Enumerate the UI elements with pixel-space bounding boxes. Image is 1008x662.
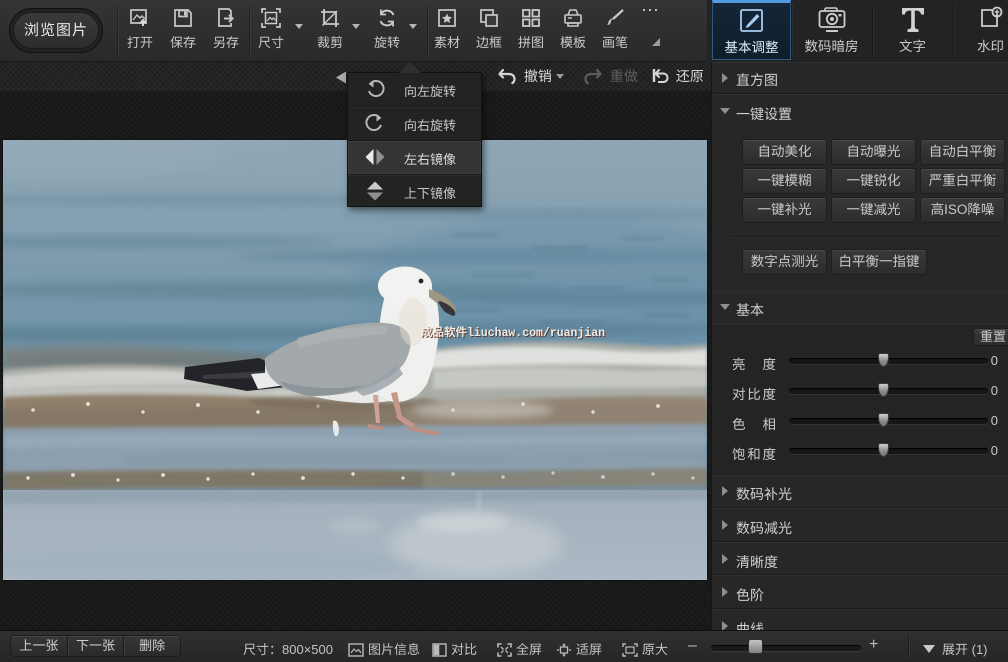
svg-text:成品软件liuchaw.com/ruanjian: 成品软件liuchaw.com/ruanjian bbox=[421, 326, 605, 340]
